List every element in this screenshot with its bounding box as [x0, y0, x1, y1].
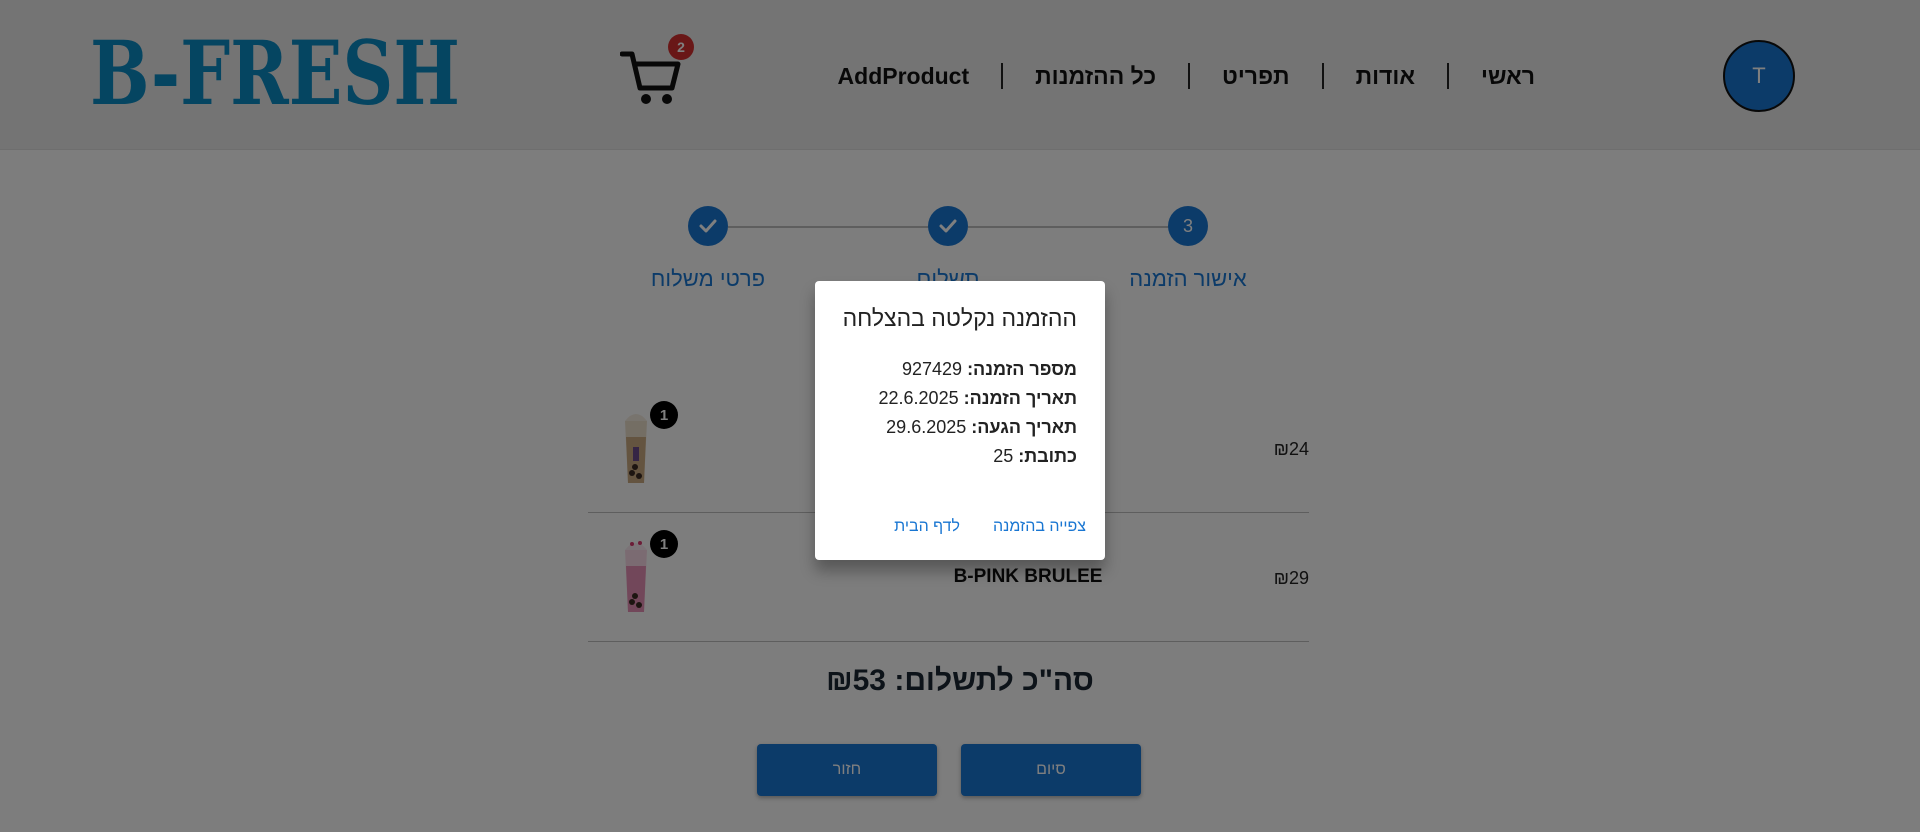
order-date-line: תאריך הזמנה: 22.6.2025 — [879, 388, 1077, 409]
order-number-label: מספר הזמנה: — [967, 359, 1077, 379]
order-date-value: 22.6.2025 — [878, 388, 959, 408]
order-success-dialog: ההזמנה נקלטה בהצלחה מספר הזמנה: 927429 ת… — [815, 281, 1105, 560]
arrival-date-label: תאריך הגעה: — [971, 417, 1077, 437]
order-number-line: מספר הזמנה: 927429 — [902, 359, 1077, 380]
arrival-date-value: 29.6.2025 — [886, 417, 967, 437]
address-label: כתובת: — [1018, 446, 1077, 466]
order-number-value: 927429 — [901, 359, 963, 379]
dialog-title: ההזמנה נקלטה בהצלחה — [842, 305, 1077, 331]
view-order-button[interactable]: צפייה בהזמנה — [993, 518, 1086, 536]
arrival-date-line: תאריך הגעה: 29.6.2025 — [886, 417, 1077, 438]
order-date-label: תאריך הזמנה: — [963, 388, 1077, 408]
go-home-button[interactable]: לדף הבית — [894, 518, 960, 536]
address-value: 25 — [993, 446, 1014, 466]
address-line: כתובת: 25 — [993, 446, 1077, 467]
